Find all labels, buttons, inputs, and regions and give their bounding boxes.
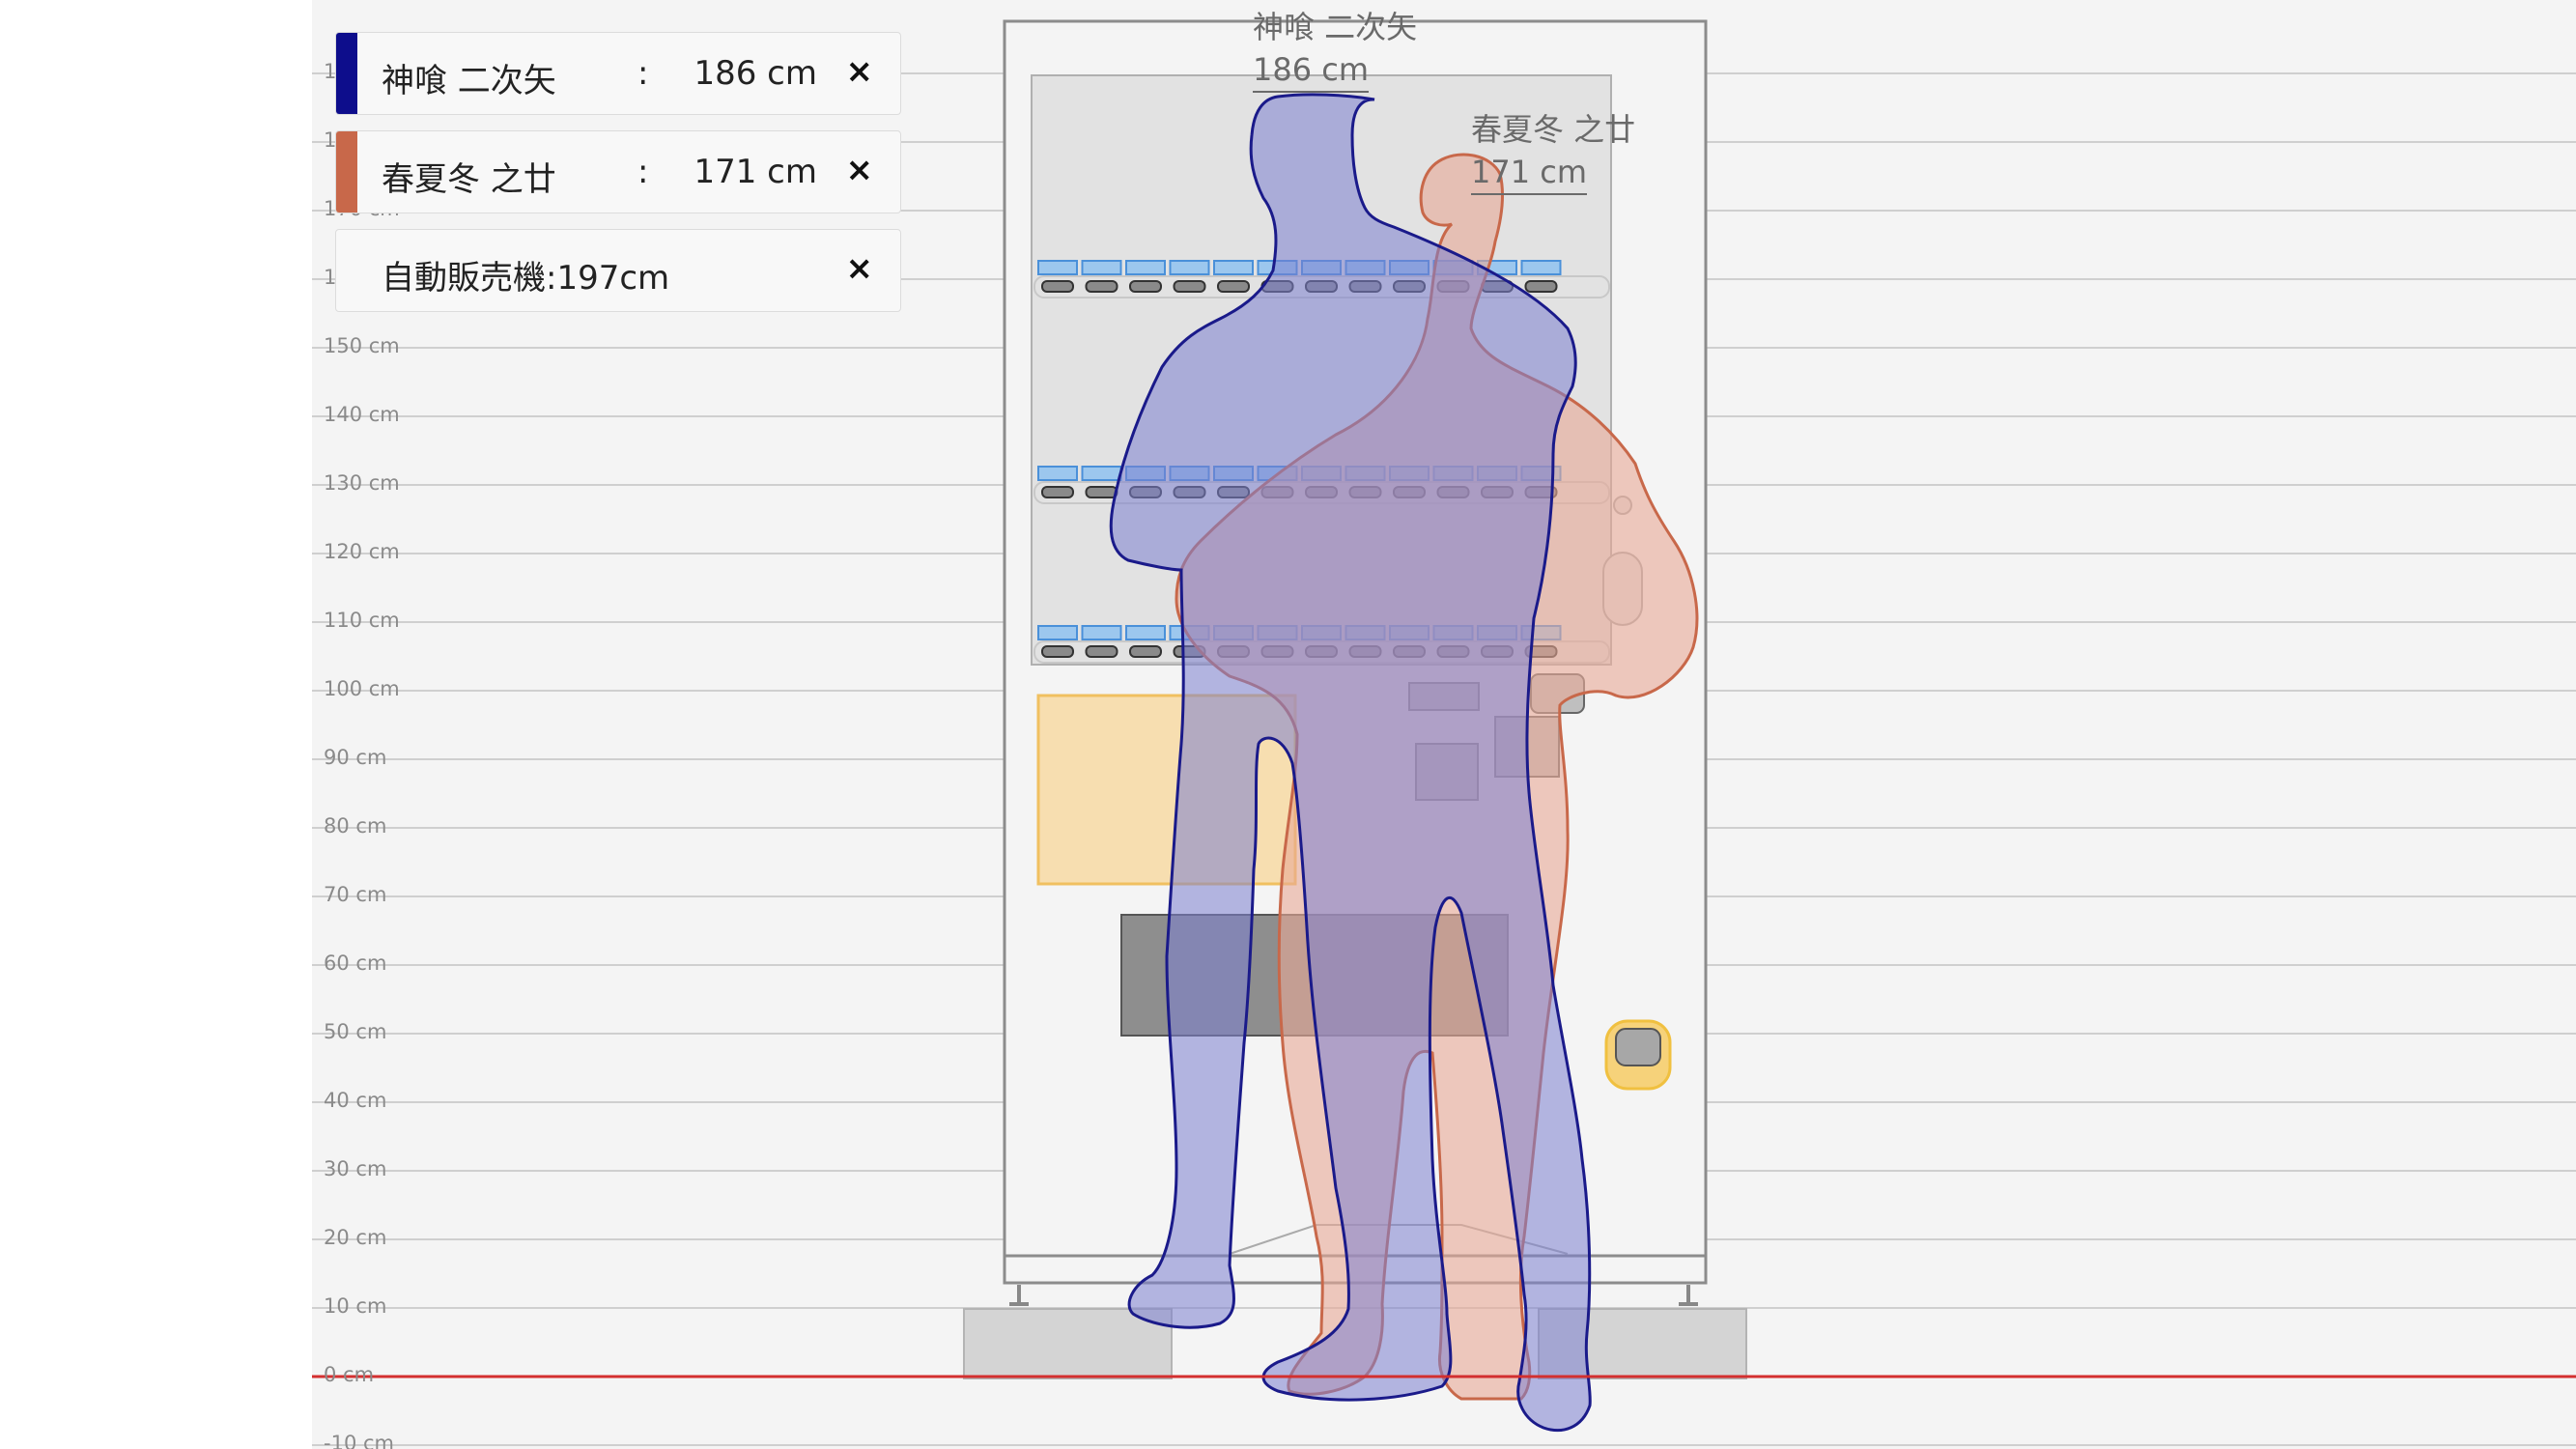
figure-label-height: 186 cm	[1253, 48, 1370, 93]
drink-button	[1217, 280, 1250, 293]
figure-label-name: 春夏冬 之廿	[1471, 111, 1636, 148]
close-icon[interactable]: ×	[846, 151, 874, 189]
scale-tick-label: 100 cm	[324, 677, 400, 700]
legend-color-swatch	[336, 33, 357, 114]
drink-button	[1524, 280, 1558, 293]
drink-button	[1129, 280, 1162, 293]
close-icon[interactable]: ×	[846, 52, 874, 91]
drink-button	[1085, 645, 1118, 658]
legend-color-swatch	[336, 131, 357, 213]
drink-button	[1173, 280, 1206, 293]
drink-slot	[1081, 260, 1122, 275]
scale-tick-label: 130 cm	[324, 471, 400, 495]
legend-height: 186 cm	[694, 54, 817, 93]
scale-tick-label: -10 cm	[324, 1432, 394, 1449]
drink-slot	[1213, 260, 1254, 275]
scale-tick-label: 40 cm	[324, 1089, 387, 1112]
scale-tick-label: 80 cm	[324, 814, 387, 838]
drink-button	[1129, 645, 1162, 658]
scale-tick-label: 10 cm	[324, 1294, 387, 1318]
figure-label-name: 神喰 二次矢	[1253, 9, 1418, 45]
drink-slot	[1037, 260, 1078, 275]
figure-label-kanbami: 神喰 二次矢 186 cm	[1253, 6, 1417, 93]
scale-tick-label: 20 cm	[324, 1226, 387, 1249]
scale-tick-label: 30 cm	[324, 1157, 387, 1180]
legend-separator: :	[637, 54, 649, 93]
drink-slot	[1037, 466, 1078, 481]
comparison-svg	[312, 19, 2576, 1446]
scale-tick-label: 140 cm	[324, 403, 400, 426]
drink-button	[1041, 486, 1074, 498]
drink-slot	[1125, 625, 1166, 640]
legend-panel-haruna[interactable]: 春夏冬 之廿 : 171 cm ×	[335, 130, 901, 213]
legend-name: 春夏冬 之廿	[382, 160, 556, 199]
drink-slot	[1169, 260, 1210, 275]
scale-tick-label: 90 cm	[324, 746, 387, 769]
drink-slot	[1081, 625, 1122, 640]
scale-tick-label: 120 cm	[324, 540, 400, 563]
drink-slot	[1520, 260, 1562, 275]
coin-return-slot	[1615, 1028, 1661, 1066]
scale-tick-label: 50 cm	[324, 1020, 387, 1043]
legend-separator: :	[637, 153, 649, 191]
legend-panel-vending-machine[interactable]: 自動販売機:197cm ×	[335, 229, 901, 312]
close-icon[interactable]: ×	[846, 249, 874, 288]
scale-tick-label: 0 cm	[324, 1363, 375, 1386]
height-comparison-canvas: 190 cm180 cm170 cm160 cm150 cm140 cm130 …	[312, 0, 2576, 1449]
drink-slot	[1125, 260, 1166, 275]
drink-button	[1085, 280, 1118, 293]
scale-tick-label: 150 cm	[324, 334, 400, 357]
drink-button	[1041, 280, 1074, 293]
drink-slot	[1037, 625, 1078, 640]
drink-button	[1041, 645, 1074, 658]
legend-name: 神喰 二次矢	[382, 62, 556, 100]
scale-tick-label: 60 cm	[324, 952, 387, 975]
scale-tick-label: 70 cm	[324, 883, 387, 906]
scale-tick-label: 110 cm	[324, 609, 400, 632]
drink-slot	[1081, 466, 1122, 481]
figure-label-height: 171 cm	[1471, 151, 1588, 195]
drink-button	[1085, 486, 1118, 498]
legend-name: 自動販売機:197cm	[382, 259, 670, 298]
legend-height: 171 cm	[694, 153, 817, 191]
legend-panel-kanbami[interactable]: 神喰 二次矢 : 186 cm ×	[335, 32, 901, 115]
figure-label-haruna: 春夏冬 之廿 171 cm	[1471, 108, 1635, 195]
